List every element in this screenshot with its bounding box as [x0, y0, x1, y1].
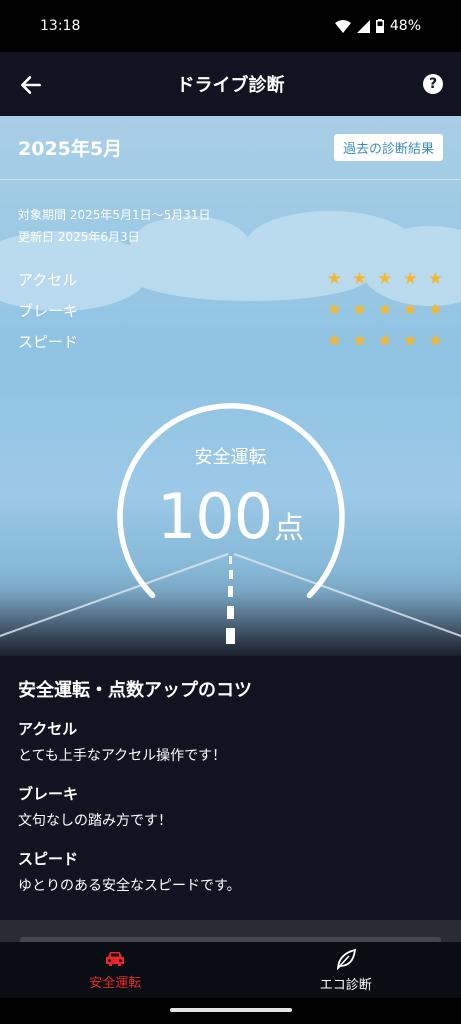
past-results-button[interactable]: 過去の診断結果: [333, 134, 443, 161]
nav-eco-diagnosis[interactable]: エコ診断: [231, 942, 461, 998]
tip-title: スピード: [18, 850, 79, 868]
tip-body: 文句なしの踏み方です！: [18, 813, 172, 829]
wifi-icon: [334, 19, 351, 33]
star-icon: ★: [352, 300, 368, 320]
bottom-nav: 安全運転 エコ診断: [0, 942, 461, 998]
next-card-edge: [0, 920, 461, 942]
nav-label: 安全運転: [89, 975, 142, 991]
home-indicator[interactable]: [170, 1008, 292, 1012]
tip-speed: スピード ゆとりのある安全なスピードです。: [18, 848, 443, 895]
star-icon: ★: [427, 300, 443, 320]
battery-icon: [375, 19, 384, 33]
page-title: ドライブ診断: [176, 75, 285, 96]
tip-accel: アクセル とても上手なアクセル操作です！: [18, 718, 443, 765]
tip-title: アクセル: [18, 720, 78, 738]
star-icon: ★: [402, 331, 418, 351]
rating-label: ブレーキ: [18, 302, 79, 320]
rating-label: アクセル: [18, 271, 78, 289]
score-unit: 点: [274, 511, 305, 546]
rating-label: スピード: [18, 333, 79, 351]
star-icon: ★: [326, 331, 342, 351]
gesture-bar: [0, 998, 461, 1024]
ratings-list: アクセル ★ ★ ★ ★ ★ ブレーキ ★ ★ ★ ★ ★ スピード ★ ★ ★ ★ ★: [18, 264, 443, 357]
score-display: 100点: [0, 480, 461, 553]
rating-row-speed: スピード ★ ★ ★ ★ ★: [18, 326, 443, 357]
leaf-icon: [336, 948, 356, 970]
star-icon: ★: [402, 269, 418, 289]
tip-body: とても上手なアクセル操作です！: [18, 748, 227, 764]
status-time: 13:18: [40, 18, 81, 34]
tips-section: 安全運転・点数アップのコツ アクセル とても上手なアクセル操作です！ ブレーキ …: [0, 656, 461, 920]
star-icon: ★: [377, 269, 393, 289]
rating-row-brake: ブレーキ ★ ★ ★ ★ ★: [18, 295, 443, 326]
score-value: 100: [156, 480, 273, 553]
status-bar: 13:18 48%: [0, 0, 461, 52]
star-rating: ★ ★ ★ ★ ★: [327, 333, 443, 350]
star-icon: ★: [326, 300, 342, 320]
battery-percent: 48%: [389, 18, 421, 34]
star-icon: ★: [352, 331, 368, 351]
tips-heading: 安全運転・点数アップのコツ: [18, 680, 252, 701]
status-icons: 48%: [334, 18, 421, 34]
gauge-label: 安全運転: [194, 447, 267, 468]
car-icon: [106, 951, 125, 966]
nav-safe-driving[interactable]: 安全運転: [0, 942, 231, 998]
nav-label: エコ診断: [319, 977, 372, 993]
help-icon[interactable]: ?: [423, 74, 443, 94]
star-icon: ★: [427, 269, 443, 289]
app-bar: ドライブ診断 ?: [0, 52, 461, 116]
star-rating: ★ ★ ★ ★ ★: [327, 271, 443, 288]
star-icon: ★: [377, 300, 393, 320]
tip-brake: ブレーキ 文句なしの踏み方です！: [18, 783, 443, 830]
star-icon: ★: [427, 331, 443, 351]
signal-icon: [356, 19, 370, 33]
period-info: 対象期間 2025年5月1日〜5月31日 更新日 2025年6月3日: [18, 204, 211, 248]
diagnosis-month: 2025年5月: [18, 138, 123, 160]
star-icon: ★: [402, 300, 418, 320]
diagnosis-hero: 2025年5月 過去の診断結果 対象期間 2025年5月1日〜5月31日 更新日…: [0, 116, 461, 656]
star-icon: ★: [377, 331, 393, 351]
star-rating: ★ ★ ★ ★ ★: [327, 302, 443, 319]
tip-body: ゆとりのある安全なスピードです。: [18, 878, 241, 894]
target-period: 対象期間 2025年5月1日〜5月31日: [18, 208, 211, 222]
star-icon: ★: [326, 269, 342, 289]
back-arrow-icon[interactable]: [18, 72, 44, 98]
help-icon-glyph: ?: [428, 76, 438, 92]
tip-title: ブレーキ: [18, 785, 79, 803]
updated-date: 更新日 2025年6月3日: [18, 230, 140, 244]
month-row: 2025年5月 過去の診断結果: [0, 116, 461, 180]
rating-row-accel: アクセル ★ ★ ★ ★ ★: [18, 264, 443, 295]
star-icon: ★: [352, 269, 368, 289]
